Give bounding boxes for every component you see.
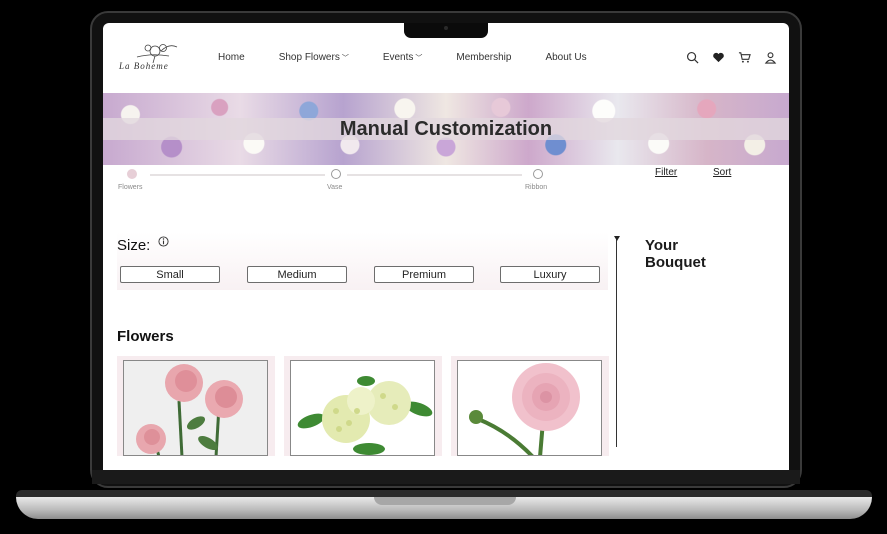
nav-item-label: Events: [382, 52, 414, 63]
floral-logo-icon: [136, 44, 178, 64]
nav-item-label: About Us: [545, 52, 587, 63]
sort-link[interactable]: Sort: [713, 167, 731, 178]
pink-ranunculus-image: [457, 360, 602, 456]
nav-item-about-us[interactable]: About Us: [545, 52, 586, 63]
camera-notch: [404, 23, 488, 38]
hero-banner: Manual Customization: [103, 93, 789, 165]
size-option-medium[interactable]: Medium: [247, 266, 347, 283]
nav-item-shop-flowers[interactable]: Shop Flowers ﹀: [279, 52, 349, 63]
your-bouquet-title: Your Bouquet: [645, 237, 706, 271]
step-dot-flowers[interactable]: [127, 169, 137, 179]
nav-item-membership[interactable]: Membership: [456, 52, 511, 63]
camera-dot: [444, 26, 448, 30]
page-title: Manual Customization: [339, 118, 553, 140]
size-option-small[interactable]: Small: [120, 266, 220, 283]
nav-item-label: Home: [218, 52, 245, 63]
flower-card-hydrangea[interactable]: [284, 356, 442, 456]
step-label-vase: Vase: [327, 184, 343, 191]
step-connector: [150, 174, 325, 176]
flower-card-ranunculus[interactable]: [451, 356, 609, 456]
nav-item-label: Membership: [456, 52, 512, 63]
nav-item-events[interactable]: Events ﹀: [383, 52, 423, 63]
brand-logo[interactable]: La Boheme: [117, 39, 191, 79]
nav-item-label: Shop Flowers: [278, 52, 340, 63]
rose-illustration-icon: [136, 364, 243, 455]
heart-icon[interactable]: [712, 51, 725, 64]
step-connector: [347, 174, 522, 176]
white-hydrangea-image: [290, 360, 435, 456]
size-option-premium[interactable]: Premium: [374, 266, 474, 283]
nav-item-home[interactable]: Home: [218, 52, 245, 63]
step-dot-ribbon[interactable]: [533, 169, 543, 179]
step-label-ribbon: Ribbon: [525, 184, 548, 191]
flower-card-rose[interactable]: [117, 356, 275, 456]
main-nav: Home Shop Flowers ﹀ Events ﹀ Membership Ab…: [218, 52, 621, 63]
step-label-flowers: Flowers: [118, 184, 143, 191]
brand-logo-text: La Boheme: [119, 61, 169, 71]
screen-bezel-bottom: [92, 470, 800, 484]
search-icon[interactable]: [686, 51, 699, 64]
size-title: Size:: [117, 237, 151, 254]
flowers-title: Flowers: [117, 328, 174, 345]
size-option-luxury[interactable]: Luxury: [500, 266, 600, 283]
filter-link[interactable]: Filter: [655, 167, 677, 178]
user-icon[interactable]: [764, 51, 777, 64]
ranunculus-illustration-icon: [469, 363, 580, 455]
browser-screen: La Boheme Home Shop Flowers ﹀ Events ﹀ Mem…: [103, 23, 789, 470]
chevron-down-icon: ﹀: [415, 55, 423, 62]
divider-cap-icon: [614, 236, 620, 241]
laptop-base-groove: [374, 497, 516, 505]
bouquet-divider: [616, 237, 617, 447]
pink-rose-image: [123, 360, 268, 456]
hydrangea-illustration-icon: [297, 376, 433, 455]
info-icon[interactable]: [158, 236, 169, 247]
step-dot-vase[interactable]: [331, 169, 341, 179]
header-icons: [686, 51, 777, 64]
cart-icon[interactable]: [738, 51, 751, 64]
chevron-down-icon: ﹀: [341, 55, 349, 62]
